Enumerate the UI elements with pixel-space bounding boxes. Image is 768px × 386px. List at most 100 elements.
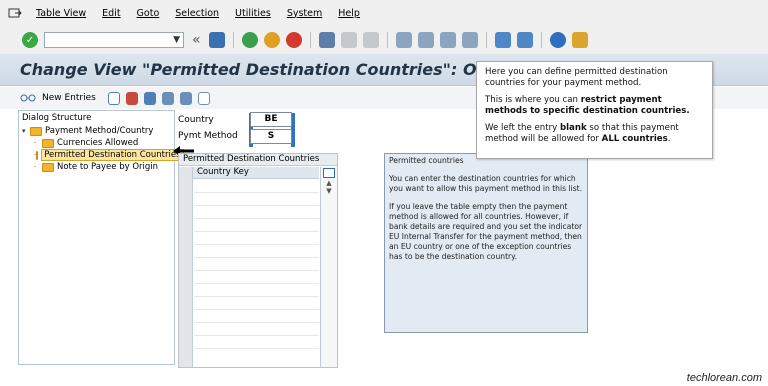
chevron-down-icon[interactable]: ▼	[173, 35, 180, 45]
table-row[interactable]	[194, 205, 319, 206]
destination-countries-table: Permitted Destination Countries Country …	[178, 153, 338, 368]
select-block-icon[interactable]	[179, 91, 192, 105]
table-row[interactable]	[194, 244, 319, 245]
undo-icon[interactable]	[143, 91, 156, 105]
field-help-box: Permitted countries You can enter the de…	[384, 153, 588, 333]
callout-paragraph: We left the entry blank so that this pay…	[485, 123, 704, 145]
pymt-method-row: Pymt Method	[178, 128, 248, 144]
country-field[interactable]: BE	[250, 112, 292, 127]
country-label: Country	[178, 115, 214, 125]
deselect-all-icon[interactable]	[197, 91, 210, 105]
table-row[interactable]	[194, 218, 319, 219]
table-row[interactable]	[194, 322, 319, 323]
help-icon[interactable]	[549, 32, 566, 48]
callout-text: .	[667, 134, 671, 144]
table-row[interactable]	[194, 257, 319, 258]
print-icon[interactable]	[318, 32, 335, 48]
table-row[interactable]	[194, 192, 319, 193]
tree-item-currencies-allowed[interactable]: · Currencies Allowed	[22, 137, 171, 149]
folder-icon	[36, 150, 39, 160]
table-row[interactable]	[194, 309, 319, 310]
customize-layout-icon[interactable]	[571, 32, 588, 48]
new-session-icon[interactable]	[494, 32, 511, 48]
table-row[interactable]	[194, 335, 319, 336]
folder-icon	[42, 162, 54, 172]
table-row[interactable]	[194, 283, 319, 284]
table-row[interactable]	[194, 296, 319, 297]
first-page-icon[interactable]	[395, 32, 412, 48]
exit-icon[interactable]	[6, 6, 24, 20]
tree-item-label: Payment Method/Country	[45, 126, 154, 136]
column-header-country-key[interactable]: Country Key	[179, 167, 319, 179]
scroll-up-icon[interactable]: ▲	[321, 179, 337, 187]
cancel-icon[interactable]	[285, 32, 302, 48]
separator	[485, 32, 487, 48]
copy-icon[interactable]	[107, 91, 120, 105]
callout-paragraph: Here you can define permitted destinatio…	[485, 67, 668, 88]
find-next-icon[interactable]	[362, 32, 379, 48]
key-fields: Country Pymt Method	[178, 112, 248, 144]
dialog-structure-panel: Dialog Structure ▾ Payment Method/Countr…	[18, 110, 184, 365]
command-field[interactable]: ▼	[44, 32, 184, 48]
watermark: techlorean.com	[686, 372, 762, 384]
folder-icon	[42, 138, 54, 148]
menu-table-view[interactable]: Table View	[36, 8, 86, 19]
find-icon[interactable]	[340, 32, 357, 48]
page-title: Change View "Permitted Destination Count…	[20, 60, 548, 79]
separator	[232, 32, 234, 48]
shortcut-icon[interactable]	[516, 32, 533, 48]
callout-paragraph: This is where you can restrict payment m…	[485, 95, 704, 117]
column-settings-icon[interactable]	[323, 168, 335, 178]
callout-bold-text: blank	[559, 123, 587, 133]
separator	[540, 32, 542, 48]
menu-system[interactable]: System	[287, 8, 322, 19]
callout-bold-text: ALL countries	[601, 134, 668, 144]
scroll-down-icon[interactable]: ▼	[321, 187, 337, 195]
collapse-icon[interactable]: «	[192, 32, 201, 48]
menu-selection[interactable]: Selection	[175, 8, 219, 19]
annotation-callout: Here you can define permitted destinatio…	[476, 61, 713, 159]
tree-item-payment-method-country[interactable]: ▾ Payment Method/Country	[22, 125, 171, 137]
menu-edit[interactable]: Edit	[102, 8, 120, 19]
table-row[interactable]	[194, 270, 319, 271]
country-row: Country	[178, 112, 248, 128]
folder-icon	[30, 126, 42, 136]
dialog-structure-header: Dialog Structure	[22, 113, 92, 123]
edit-glasses-icon[interactable]	[20, 91, 36, 106]
callout-text: This is where you can	[485, 95, 581, 105]
menu-help[interactable]: Help	[338, 8, 360, 19]
enter-icon[interactable]: ✓	[22, 32, 38, 48]
bullet-icon: ·	[34, 163, 37, 171]
menu-bar: Table View Edit Goto Selection Utilities…	[0, 0, 768, 26]
menu-goto[interactable]: Goto	[137, 8, 160, 19]
menu-utilities[interactable]: Utilities	[235, 8, 271, 19]
expand-icon[interactable]: ▾	[22, 127, 30, 135]
callout-text: We left the entry	[485, 123, 560, 133]
help-paragraph: You can enter the destination countries …	[389, 174, 583, 193]
bullet-icon: ·	[34, 139, 37, 147]
standard-toolbar: ✓ ▼ «	[0, 26, 768, 54]
next-page-icon[interactable]	[439, 32, 456, 48]
vertical-scrollbar[interactable]: ▲ ▼	[320, 167, 337, 367]
tree-item-label: Permitted Destination Countries	[41, 149, 184, 161]
back-icon[interactable]	[241, 32, 258, 48]
pymt-method-label: Pymt Method	[178, 131, 238, 141]
new-entries-button[interactable]: New Entries	[42, 93, 96, 103]
table-title: Permitted Destination Countries	[179, 154, 337, 166]
help-paragraph: If you leave the table empty then the pa…	[389, 202, 583, 261]
exit-icon[interactable]	[263, 32, 280, 48]
table-row[interactable]	[194, 348, 319, 349]
delete-icon[interactable]	[125, 91, 138, 105]
separator	[309, 32, 311, 48]
tree-item-label: Currencies Allowed	[57, 138, 139, 148]
select-all-icon[interactable]	[161, 91, 174, 105]
table-row[interactable]	[194, 231, 319, 232]
row-selector-column[interactable]	[179, 167, 193, 367]
save-icon[interactable]	[208, 32, 225, 48]
tree-item-note-to-payee[interactable]: · Note to Payee by Origin	[22, 161, 171, 173]
pymt-method-field[interactable]: S	[250, 129, 292, 144]
previous-page-icon[interactable]	[417, 32, 434, 48]
tree-item-label: Note to Payee by Origin	[57, 162, 159, 172]
tree-item-permitted-destination-countries[interactable]: · Permitted Destination Countries	[22, 149, 184, 161]
last-page-icon[interactable]	[461, 32, 478, 48]
